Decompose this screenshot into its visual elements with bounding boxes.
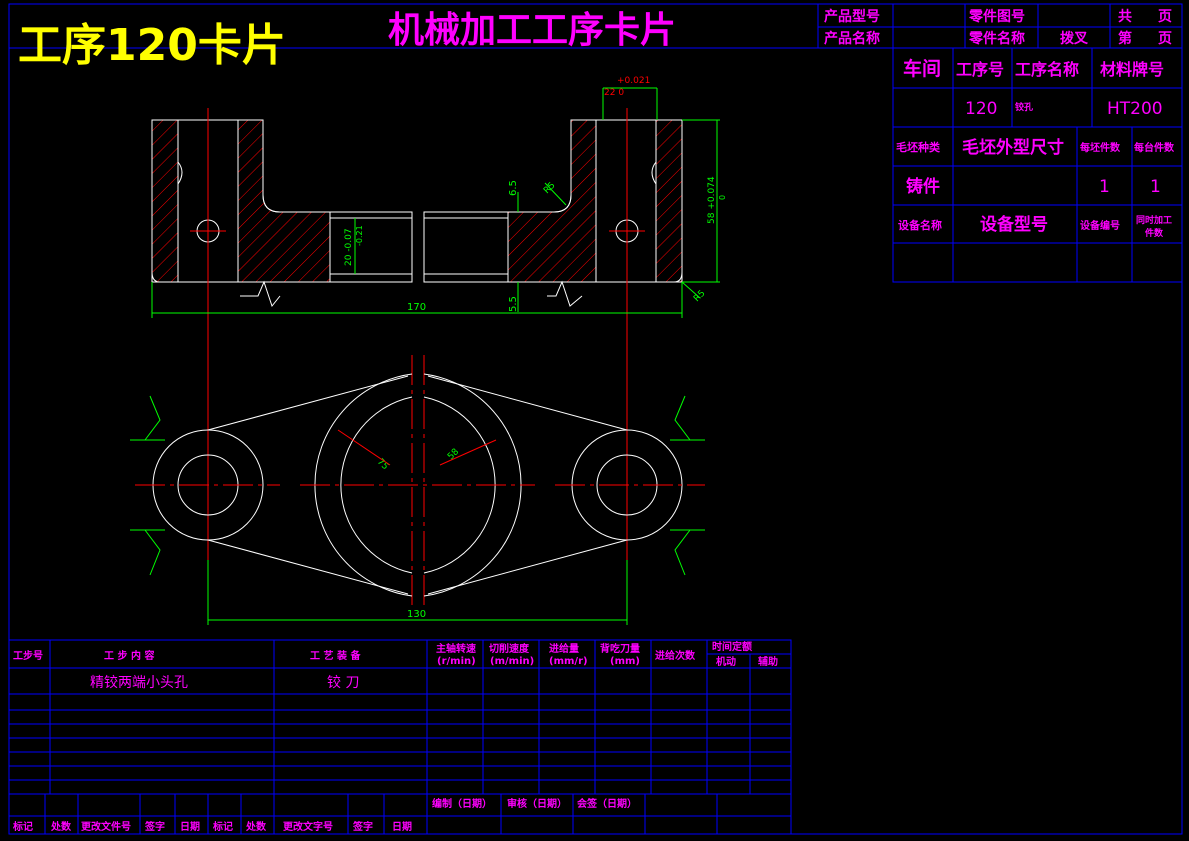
blank-type-value: 铸件: [906, 176, 940, 197]
process-name-value: 铰孔: [1015, 101, 1033, 113]
mark-1: 处数: [50, 820, 72, 833]
per-unit-value: 1: [1150, 177, 1161, 197]
sheet-label: 第: [1118, 30, 1132, 47]
col-spindle-2: (r/min): [437, 656, 476, 667]
col-depth-2: (mm): [610, 656, 640, 667]
col-feed-1: 进给量: [549, 642, 579, 655]
part-name-label: 零件名称: [968, 30, 1025, 47]
col-spindle-1: 主轴转速: [436, 642, 476, 655]
per-blank-value: 1: [1099, 177, 1110, 197]
mark-4: 日期: [180, 820, 200, 833]
dim-58: 58 +0.074: [707, 176, 717, 224]
col-machine: 机动: [716, 655, 736, 668]
dim-130: 130: [407, 609, 426, 620]
product-name-label: 产品名称: [824, 30, 880, 47]
col-content: 工 步 内 容: [104, 649, 154, 662]
sheet-page-label: 页: [1158, 31, 1172, 47]
card-title: 工序120卡片: [18, 20, 286, 71]
mark-6: 处数: [245, 820, 267, 833]
dim-22: 22 0: [604, 88, 624, 98]
blank-size-label: 毛坯外型尺寸: [962, 137, 1064, 158]
row1-tool: 铰 刀: [327, 675, 359, 691]
dim-58b: 0: [718, 195, 727, 200]
dim-5-5: 5.5: [508, 296, 519, 312]
per-blank-label: 每坯件数: [1080, 141, 1121, 154]
col-aux: 辅助: [758, 655, 778, 668]
mark-7: 更改文字号: [283, 820, 333, 833]
product-model-label: 产品型号: [824, 8, 880, 25]
col-feed-2: (mm/r): [549, 656, 588, 667]
equip-model-label: 设备型号: [980, 214, 1048, 235]
per-unit-label: 每台件数: [1134, 141, 1175, 154]
simultaneous-label-1: 同时加工: [1136, 214, 1172, 226]
col-depth-1: 背吃刀量: [600, 642, 640, 655]
mark-2: 更改文件号: [81, 820, 131, 833]
mark-9: 日期: [392, 820, 412, 833]
process-name-label: 工序名称: [1015, 60, 1079, 79]
process-no-value: 120: [965, 99, 997, 119]
equip-name-label: 设备名称: [898, 218, 942, 232]
dim-20: 20 -0.07: [344, 228, 354, 266]
process-card-sheet: 工序120卡片 机械加工工序卡片 产品型号 产品名称 零件图号 零件名称 拨叉 …: [0, 0, 1189, 841]
dim-6-5: 6.5: [508, 180, 519, 196]
mark-3: 签字: [144, 820, 165, 833]
review-label: 审核（日期）: [507, 797, 567, 810]
col-cut-speed-1: 切削速度: [489, 642, 530, 655]
material-value: HT200: [1107, 99, 1163, 119]
dim-20b: -0.21: [355, 225, 364, 246]
compile-label: 编制（日期）: [432, 797, 492, 810]
dim-170: 170: [407, 302, 426, 313]
mark-0: 标记: [12, 820, 33, 833]
col-step-no: 工步号: [13, 649, 43, 662]
equip-no-label: 设备编号: [1080, 219, 1120, 232]
mark-8: 签字: [352, 820, 373, 833]
col-passes: 进给次数: [655, 649, 696, 662]
process-no-label: 工序号: [956, 60, 1004, 79]
simultaneous-label-2: 件数: [1145, 227, 1164, 239]
row1-content: 精铰两端小头孔: [90, 675, 188, 691]
col-cut-speed-2: (m/min): [490, 656, 534, 667]
dim-tol-top: +0.021: [617, 76, 650, 86]
total-page-label: 页: [1158, 9, 1172, 25]
col-time: 时间定额: [712, 640, 752, 653]
workshop-label: 车间: [903, 57, 941, 80]
part-name-value: 拨叉: [1060, 30, 1089, 47]
total-label: 共: [1118, 8, 1132, 25]
col-equipment: 工 艺 装 备: [310, 649, 361, 662]
part-drawing-no-label: 零件图号: [968, 8, 1025, 25]
card-subtitle: 机械加工工序卡片: [388, 10, 676, 51]
material-label: 材料牌号: [1100, 60, 1164, 79]
mark-5: 标记: [212, 820, 233, 833]
blank-type-label: 毛坯种类: [896, 140, 941, 154]
countersign-label: 会签（日期）: [577, 797, 637, 810]
